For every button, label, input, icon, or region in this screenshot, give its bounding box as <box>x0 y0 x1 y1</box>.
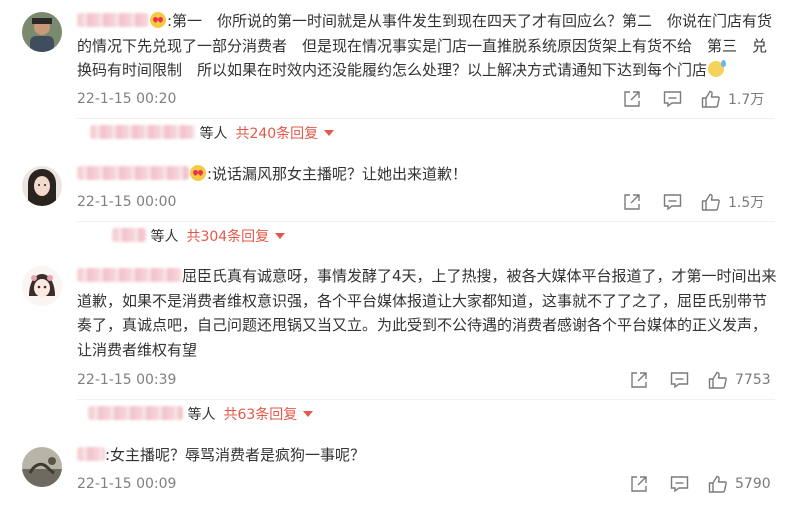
divider <box>77 221 775 222</box>
like-button[interactable]: 1.5万 <box>701 191 764 213</box>
caret-down-icon <box>324 130 335 136</box>
avatar[interactable] <box>22 12 62 52</box>
comment-actions: 5790 <box>623 473 773 495</box>
comment-text: :说话漏风那女主播呢？让她出来道歉！ <box>207 165 468 183</box>
share-button[interactable] <box>623 191 641 213</box>
comment-body: :说话漏风那女主播呢？让她出来道歉！ <box>77 162 777 187</box>
like-count: 7753 <box>735 372 771 388</box>
comment-actions: 1.5万 <box>623 191 773 213</box>
comment-button[interactable] <box>670 369 689 391</box>
avatar[interactable] <box>22 447 62 487</box>
like-count: 1.7万 <box>728 92 765 108</box>
thumbs-up-icon <box>708 475 727 493</box>
divider <box>77 399 775 400</box>
like-count: 1.5万 <box>728 195 765 211</box>
timestamp: 22-1-15 00:39 <box>77 372 177 388</box>
comment-text: 屈臣氏真有诚意呀，事情发酵了4天，上了热搜，被各大媒体平台报道了，才第一时间出来… <box>77 267 777 359</box>
replier-username[interactable] <box>90 125 195 139</box>
reply-suffix: 等人 <box>187 407 216 423</box>
thumbs-up-icon <box>701 90 720 108</box>
replier-username[interactable] <box>88 406 183 420</box>
comment-item-3: 屈臣氏真有诚意呀，事情发酵了4天，上了热搜，被各大媒体平台报道了，才第一时间出来… <box>0 250 795 430</box>
timestamp: 22-1-15 00:09 <box>77 476 177 492</box>
more-replies-link[interactable]: 共304条回复 <box>186 229 269 245</box>
share-button[interactable] <box>630 369 648 391</box>
caret-down-icon <box>275 233 286 239</box>
sweat-emoji-icon <box>708 60 727 77</box>
comment-item-4: :女主播呢？辱骂消费者是疯狗一事呢？ 22-1-15 00:09 5790 <box>0 430 795 506</box>
comment-icon <box>670 371 689 389</box>
heart-eyes-emoji-icon <box>150 12 166 28</box>
reply-suffix: 等人 <box>199 126 228 142</box>
reply-summary[interactable]: 等人 共63条回复 <box>88 404 314 424</box>
share-icon <box>630 475 648 493</box>
share-icon <box>623 193 641 211</box>
share-icon <box>630 371 648 389</box>
replier-username[interactable] <box>112 228 146 242</box>
username[interactable] <box>77 166 189 180</box>
username[interactable] <box>77 447 105 461</box>
username[interactable] <box>77 13 149 27</box>
like-button[interactable]: 7753 <box>708 369 771 391</box>
caret-down-icon <box>303 411 314 417</box>
avatar[interactable] <box>22 266 62 306</box>
comment-actions: 7753 <box>623 369 773 391</box>
comment-icon <box>670 475 689 493</box>
comment-item-2: :说话漏风那女主播呢？让她出来道歉！ 22-1-15 00:00 1.5万 等人… <box>0 150 795 250</box>
comment-text: :第一 你所说的第一时间就是从事件发生到现在四天了才有回应么？第二 你说在门店有… <box>77 12 773 79</box>
share-icon <box>623 90 641 108</box>
more-replies-link[interactable]: 共63条回复 <box>223 407 297 423</box>
reply-summary[interactable]: 等人 共304条回复 <box>112 226 286 246</box>
thumbs-up-icon <box>708 371 727 389</box>
comment-button[interactable] <box>663 88 682 110</box>
comment-body: :第一 你所说的第一时间就是从事件发生到现在四天了才有回应么？第二 你说在门店有… <box>77 9 777 83</box>
timestamp: 22-1-15 00:00 <box>77 194 177 210</box>
username[interactable] <box>77 268 182 282</box>
like-button[interactable]: 1.7万 <box>701 88 764 110</box>
divider <box>77 118 775 119</box>
comment-item-1: :第一 你所说的第一时间就是从事件发生到现在四天了才有回应么？第二 你说在门店有… <box>0 0 795 150</box>
share-button[interactable] <box>630 473 648 495</box>
heart-eyes-emoji-icon <box>190 165 206 181</box>
comment-body: :女主播呢？辱骂消费者是疯狗一事呢？ <box>77 443 777 468</box>
timestamp: 22-1-15 00:20 <box>77 91 177 107</box>
comment-icon <box>663 193 682 211</box>
reply-suffix: 等人 <box>150 229 179 245</box>
like-count: 5790 <box>735 476 771 492</box>
share-button[interactable] <box>623 88 641 110</box>
comment-actions: 1.7万 <box>623 88 773 110</box>
comment-button[interactable] <box>663 191 682 213</box>
comment-icon <box>663 90 682 108</box>
like-button[interactable]: 5790 <box>708 473 771 495</box>
comment-body: 屈臣氏真有诚意呀，事情发酵了4天，上了热搜，被各大媒体平台报道了，才第一时间出来… <box>77 264 777 362</box>
comment-button[interactable] <box>670 473 689 495</box>
more-replies-link[interactable]: 共240条回复 <box>235 126 318 142</box>
avatar[interactable] <box>22 166 62 206</box>
reply-summary[interactable]: 等人 共240条回复 <box>90 123 335 143</box>
comment-text: :女主播呢？辱骂消费者是疯狗一事呢？ <box>105 446 366 464</box>
thumbs-up-icon <box>701 193 720 211</box>
